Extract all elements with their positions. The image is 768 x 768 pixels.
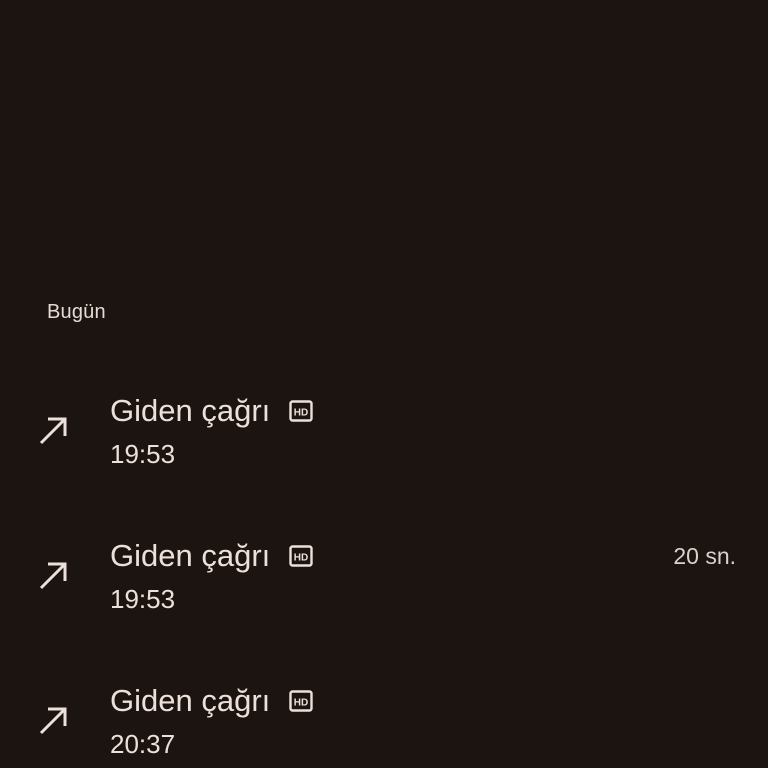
outgoing-call-arrow-icon — [36, 702, 72, 738]
svg-text:HD: HD — [294, 408, 308, 419]
call-log-item[interactable]: Giden çağrı HD 20:37 — [0, 682, 768, 768]
outgoing-call-arrow-icon — [36, 557, 72, 593]
outgoing-call-arrow-icon — [36, 412, 72, 448]
call-type-label: Giden çağrı — [110, 683, 271, 718]
hd-icon: HD — [289, 545, 313, 567]
call-type-label: Giden çağrı — [110, 538, 271, 573]
call-log-item[interactable]: Giden çağrı HD 19:53 20 sn. — [0, 537, 768, 647]
hd-icon: HD — [289, 690, 313, 712]
call-type-label: Giden çağrı — [110, 393, 271, 428]
svg-text:HD: HD — [294, 553, 308, 564]
call-time: 19:53 — [110, 584, 176, 614]
call-time: 19:53 — [110, 439, 176, 469]
call-time: 20:37 — [110, 729, 176, 759]
call-duration: 20 sn. — [673, 543, 736, 569]
section-header-today: Bugün — [47, 301, 106, 323]
call-log-item[interactable]: Giden çağrı HD 19:53 — [0, 392, 768, 502]
hd-icon: HD — [289, 400, 313, 422]
svg-text:HD: HD — [294, 698, 308, 709]
